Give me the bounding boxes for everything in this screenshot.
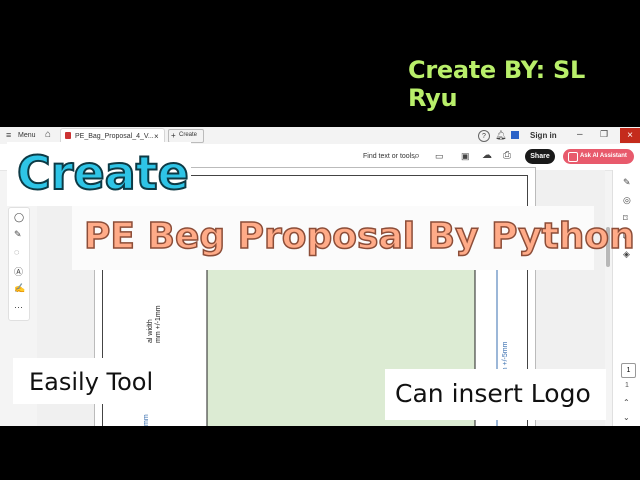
text-tool-icon[interactable]: Ⓐ	[14, 265, 23, 278]
insert-logo-caption: Can insert Logo	[395, 379, 591, 408]
total-pages: 1	[625, 382, 629, 389]
width-note-text: al width mm +/-1mm	[147, 305, 162, 343]
create-caption-box: Create	[7, 142, 191, 206]
sign-in-link[interactable]: Sign in	[530, 131, 557, 140]
pen-icon[interactable]: ✎	[14, 229, 22, 240]
help-icon[interactable]: ?	[478, 130, 490, 142]
headline-caption-box: PE Beg Proposal By Python	[72, 206, 636, 270]
home-icon[interactable]: ⌂	[45, 129, 51, 140]
minimize-icon[interactable]: –	[577, 129, 583, 140]
create-tab-label: Create	[179, 132, 198, 138]
creator-credit: Create BY: SL Ryu	[408, 56, 585, 112]
easily-tool-caption: Easily Tool	[29, 368, 154, 396]
document-tab-title: PE_Bag_Proposal_4_V...	[75, 133, 154, 140]
easily-tool-caption-box: Easily Tool	[13, 358, 168, 404]
eraser-icon[interactable]: ◌	[14, 247, 19, 257]
print-icon[interactable]: ⎙	[503, 150, 511, 161]
find-tools-input[interactable]: Find text or tools	[363, 153, 415, 160]
share-button[interactable]: Share	[525, 149, 555, 164]
close-window-icon[interactable]: ×	[620, 128, 640, 143]
right-tool-panel: ✎ ◎ ⌑ ⧉ ◈ 1 1 ⌃ ⌄	[612, 170, 640, 426]
insert-logo-caption-box: Can insert Logo	[385, 369, 606, 420]
comment-icon[interactable]: ✎	[623, 177, 631, 188]
menu-label[interactable]: Menu	[18, 132, 36, 139]
upload-cloud-icon[interactable]: ☁	[482, 150, 492, 161]
apps-grid-icon[interactable]	[511, 131, 519, 139]
more-tools-icon[interactable]: ⋯	[14, 302, 23, 313]
headline-caption: PE Beg Proposal By Python	[83, 215, 635, 258]
ai-sparkle-icon	[568, 152, 578, 162]
current-page-field[interactable]: 1	[621, 363, 636, 378]
search-icon[interactable]: ⌕	[414, 150, 420, 163]
settings-icon[interactable]: ◎	[623, 195, 631, 206]
bottom-note-text: mm	[143, 414, 150, 426]
maximize-icon[interactable]: ❐	[600, 129, 608, 140]
page-up-icon[interactable]: ⌃	[623, 398, 630, 407]
ask-ai-label: Ask AI Assistant	[580, 153, 627, 159]
lasso-icon[interactable]: ◯	[14, 212, 24, 223]
hamburger-menu-icon[interactable]: ≡	[6, 130, 11, 140]
left-tool-panel: ◯ ✎ ◌ Ⓐ ✍ ⋯	[8, 207, 30, 321]
pdf-file-icon	[65, 132, 71, 139]
ask-ai-button[interactable]: Ask AI Assistant	[563, 149, 634, 164]
close-tab-icon[interactable]: ×	[154, 132, 159, 141]
document-icon[interactable]: ▭	[435, 151, 444, 162]
plus-icon: +	[171, 131, 176, 140]
create-tab-button[interactable]: + Create	[168, 129, 204, 143]
create-caption: Create	[16, 145, 190, 201]
stamp-icon[interactable]: ✍	[14, 283, 25, 294]
save-icon[interactable]: ▣	[461, 151, 470, 162]
page-down-icon[interactable]: ⌄	[623, 413, 630, 422]
notifications-icon[interactable]: 🔔︎	[495, 130, 506, 141]
